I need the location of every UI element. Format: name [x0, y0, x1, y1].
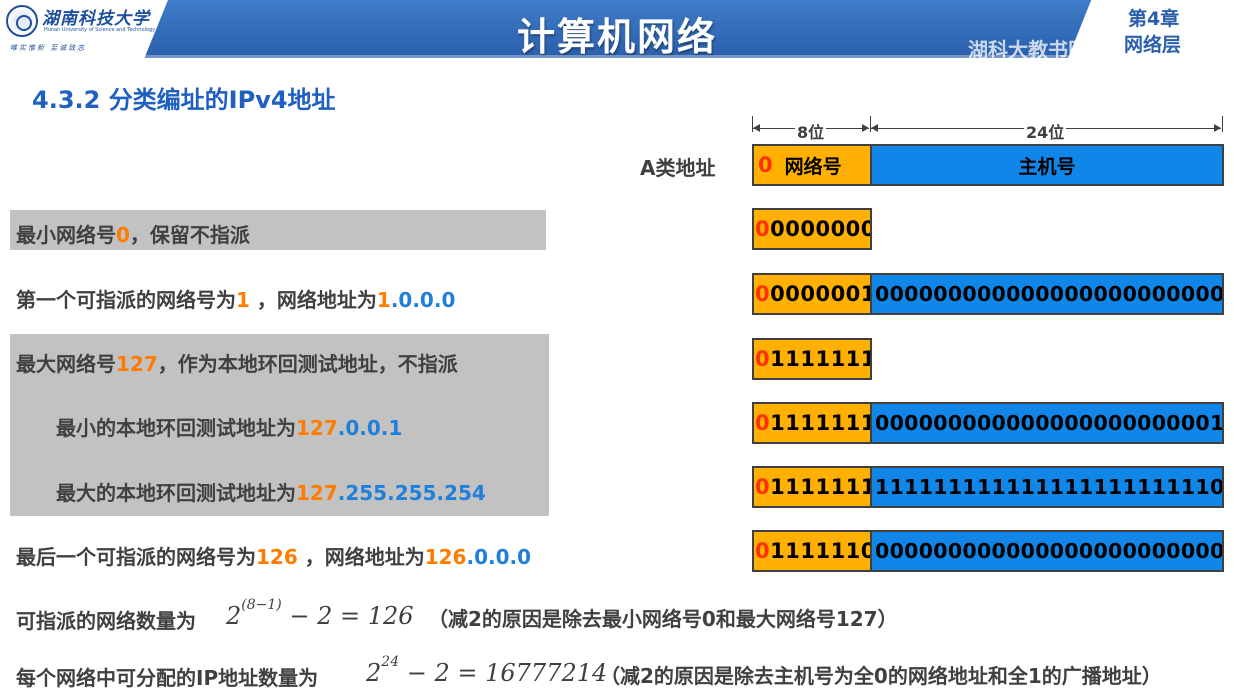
binary-row-host: 000000000000000000000001: [870, 402, 1224, 444]
line-first-assignable: 第一个可指派的网络号为1 ，网络地址为1.0.0.0: [16, 288, 456, 312]
binary-row-host: 000000000000000000000000: [870, 273, 1224, 315]
line-max-loopback: 最大的本地环回测试地址为127.255.255.254: [56, 481, 486, 505]
binary-row-host: 111111111111111111111110: [870, 466, 1224, 508]
host-field-header: 主机号: [870, 144, 1224, 186]
line-last-assignable: 最后一个可指派的网络号为126 ，网络地址为126.0.0.0: [16, 545, 532, 569]
formula-2: 224 − 2 = 16777214: [366, 654, 608, 687]
binary-row-net: 0 0000001: [752, 273, 872, 315]
watermark: 湖科大教书匠: [968, 38, 1088, 62]
line-min-loopback: 最小的本地环回测试地址为127.0.0.1: [56, 416, 403, 440]
binary-row-host: 000000000000000000000000: [870, 530, 1224, 572]
host-width-label: 24位: [1024, 119, 1067, 143]
class-a-label: A类地址: [640, 156, 716, 180]
formula-2-note: （减2的原因是除去主机号为全0的网络地址和全1的广播地址）: [600, 664, 1162, 688]
slide-header: 湖南科技大学 Hunan University of Science and T…: [0, 0, 1234, 62]
chapter-name: 网络层: [1124, 34, 1182, 56]
section-title: 4.3.2 分类编址的IPv4地址: [32, 86, 336, 114]
line-min-network: 最小网络号0，保留不指派: [16, 223, 250, 247]
binary-row-net: 0 1111111: [752, 402, 872, 444]
formula-1-label: 可指派的网络数量为: [16, 609, 196, 633]
formula-1-note: （减2的原因是除去最小网络号0和最大网络号127）: [428, 607, 898, 631]
line-max-network: 最大网络号127，作为本地环回测试地址，不指派: [16, 352, 458, 376]
binary-row-net: 0 1111110: [752, 530, 872, 572]
binary-row-net: 0 1111111: [752, 466, 872, 508]
net-width-label: 8位: [795, 119, 827, 143]
formula-2-label: 每个网络中可分配的IP地址数量为: [16, 666, 319, 690]
binary-row-net: 0 1111111: [752, 338, 872, 380]
binary-row-net: 0 0000000: [752, 208, 872, 250]
formula-1: 2(8−1) − 2 = 126: [226, 597, 414, 630]
chapter-number: 第4章: [1128, 8, 1180, 30]
net-field-header: 0 网络号: [752, 144, 872, 186]
